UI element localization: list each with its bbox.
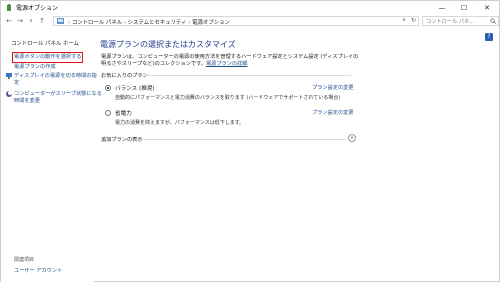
- sidebar-item-display-off-time[interactable]: ディスプレイの電源を切る時間の指 定: [14, 73, 97, 86]
- minimize-button[interactable]: —: [431, 1, 453, 15]
- related-settings-title: 関連項目: [14, 257, 35, 263]
- breadcrumb-separator: ›: [188, 20, 191, 26]
- power-plan-details-link[interactable]: 電源プランの詳細: [206, 61, 248, 67]
- forward-button[interactable]: →: [15, 16, 25, 26]
- control-panel-home-link[interactable]: コントロール パネル ホーム: [11, 39, 79, 47]
- favorite-plans-divider: [137, 75, 351, 76]
- address-bar-row: ← → ∨ ↑ › コントロール パネル › システムとセキュリティ › 電源オ…: [1, 15, 499, 28]
- search-box[interactable]: コントロール パネ...: [422, 16, 499, 26]
- additional-plans-divider: [140, 139, 346, 140]
- maximize-button[interactable]: ☐: [453, 1, 475, 15]
- page-description: 電源プランは、コンピューターの電源の使用方法を管理するハードウェア設定とシステム…: [101, 54, 363, 69]
- power-options-icon: [7, 4, 11, 11]
- main-content: ? 電源プランの選択またはカスタマイズ 電源プランは、コンピューターの電源の使用…: [97, 28, 499, 282]
- back-button[interactable]: ←: [4, 16, 14, 26]
- search-icon[interactable]: [490, 18, 496, 24]
- display-icon: [6, 73, 12, 79]
- plan-radio-balanced[interactable]: [105, 85, 111, 91]
- show-additional-plans-label[interactable]: 追加プランの表示: [101, 136, 143, 143]
- plan-desc-power-saver: 電力の消費を抑えますが、パフォーマンスは低下します。: [115, 120, 245, 126]
- up-button[interactable]: ↑: [37, 16, 47, 26]
- user-accounts-link[interactable]: ユーザー アカウント: [14, 267, 62, 274]
- breadcrumb-control-panel[interactable]: コントロール パネル: [72, 20, 122, 26]
- plan-desc-balanced: 自動的にパフォーマンスと電力消費のバランスを取ります (ハードウェアでサポートさ…: [115, 95, 341, 101]
- plan-name-power-saver[interactable]: 省電力: [115, 109, 132, 117]
- breadcrumb-separator: ›: [68, 20, 71, 26]
- sidebar-item-power-button-action[interactable]: 電源ボタンの動作を選択する: [11, 52, 84, 63]
- close-button[interactable]: ✕: [476, 1, 498, 15]
- control-panel-icon: [57, 18, 64, 24]
- recent-locations-button[interactable]: ∨: [26, 16, 36, 26]
- sleep-moon-icon: [6, 91, 12, 97]
- breadcrumb-separator: ›: [123, 20, 126, 26]
- breadcrumb: › コントロール パネル › システムとセキュリティ › 電源オプション: [68, 18, 230, 26]
- address-dropdown-button[interactable]: ∨: [402, 17, 406, 23]
- sidebar-item-create-power-plan[interactable]: 電源プランの作成: [14, 64, 56, 71]
- plan-radio-power-saver[interactable]: [105, 110, 111, 116]
- help-icon[interactable]: ?: [485, 33, 493, 41]
- sidebar-item-sleep-time[interactable]: コンピューターがスリープ状態になる 時間を変更: [14, 91, 102, 104]
- plan-name-balanced[interactable]: バランス (推奨): [115, 84, 155, 92]
- breadcrumb-system-security[interactable]: システムとセキュリティ: [128, 20, 187, 26]
- plan-settings-link-power-saver[interactable]: プラン設定の変更: [312, 109, 354, 116]
- title-bar: 電源オプション — ☐ ✕: [1, 1, 499, 15]
- plan-settings-link-balanced[interactable]: プラン設定の変更: [312, 84, 354, 91]
- refresh-button[interactable]: ↻: [411, 17, 416, 24]
- power-options-window: 電源オプション — ☐ ✕ ← → ∨ ↑ › コントロール パネル › システ…: [0, 0, 500, 282]
- page-title: 電源プランの選択またはカスタマイズ: [100, 40, 236, 49]
- search-placeholder: コントロール パネ...: [426, 19, 475, 25]
- address-field[interactable]: › コントロール パネル › システムとセキュリティ › 電源オプション ∨ ↻: [53, 16, 419, 26]
- sidebar: コントロール パネル ホーム 電源ボタンの動作を選択する 電源プランの作成 ディ…: [1, 28, 102, 282]
- expand-chevron-icon[interactable]: ∨: [348, 134, 356, 142]
- window-title: 電源オプション: [16, 5, 59, 12]
- breadcrumb-power-options[interactable]: 電源オプション: [192, 20, 230, 26]
